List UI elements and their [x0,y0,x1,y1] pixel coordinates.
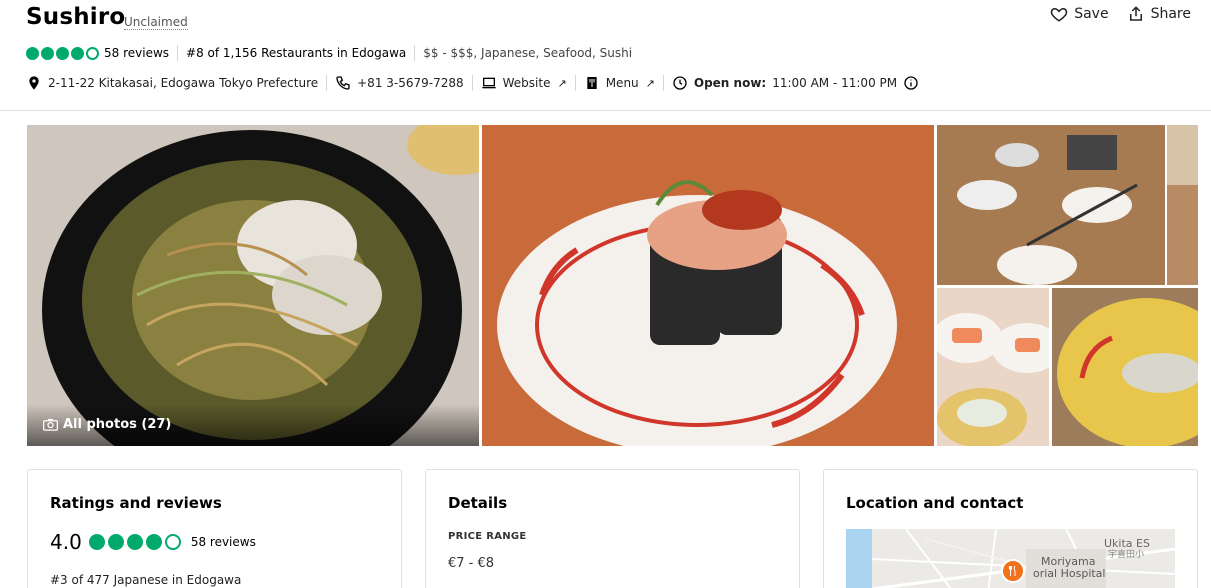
side-photo-illustration [1167,125,1198,285]
hours-text: 11:00 AM - 11:00 PM [772,76,898,90]
location-map[interactable]: Ukita ES 宇喜田小 Moriyama orial Hospital [846,529,1175,588]
external-link-icon: ↗ [557,76,567,90]
bubble-filled-icon [126,534,143,550]
ratings-card-title: Ratings and reviews [50,494,222,512]
reviews-count-link[interactable]: 58 reviews [104,46,169,60]
bubble-empty-icon [86,46,99,60]
cuisine-ranking-link[interactable]: #3 of 477 Japanese in Edogawa [50,573,241,587]
share-label: Share [1150,6,1191,22]
bubble-filled-icon [88,534,105,550]
share-button[interactable]: Share [1127,5,1191,23]
fork-knife-icon [1009,565,1016,576]
photo-sushi-plate[interactable] [482,125,934,446]
heart-icon [1050,7,1068,22]
bubble-filled-icon [71,46,84,60]
clock-icon [673,76,687,90]
rating-score: 4.0 [50,530,82,554]
external-link-icon: ↗ [645,76,655,90]
photo-yellow-plate-sushi[interactable] [1052,288,1198,446]
bubble-filled-icon [107,534,124,550]
ratings-reviews-link[interactable]: 58 reviews [191,535,256,549]
menu-link[interactable]: Menu ↗ [584,75,655,91]
claim-status-link[interactable]: Unclaimed [124,15,188,30]
details-card: Details PRICE RANGE €7 - €8 [425,469,800,588]
save-label: Save [1074,6,1109,22]
map-label: 宇喜田小 [1108,550,1145,560]
info-icon[interactable] [903,75,919,91]
salmon-plates-illustration [937,288,1049,446]
ratings-score-row: 4.0 58 reviews [50,530,256,554]
menu-label: Menu [605,76,639,90]
bubble-empty-icon [164,534,181,550]
divider [326,75,328,91]
contact-row: 2-11-22 Kitakasai, Edogawa Tokyo Prefect… [26,73,919,93]
location-pin-icon [29,76,39,90]
photo-side-strip[interactable] [1167,125,1198,285]
restaurant-map-pin-icon[interactable] [1001,559,1025,583]
divider [177,45,179,61]
share-icon [1129,6,1142,21]
price-range-label: PRICE RANGE [448,531,527,542]
restaurant-header: Sushiro Unclaimed Save Share 58 reviews … [0,0,1211,111]
sushi-plate-illustration [482,125,934,446]
divider [471,75,473,91]
details-card-title: Details [448,494,508,512]
bubble-filled-icon [41,46,54,60]
open-status: Open now: [693,76,767,90]
bubble-filled-icon [56,46,69,60]
bubble-filled-icon [26,46,39,60]
location-card: Location and contact Ukita ES 宇喜田小 Moriy… [823,469,1198,588]
price-range-value: €7 - €8 [448,556,495,571]
photo-ramen[interactable]: All photos (27) [27,125,479,446]
website-link[interactable]: Website ↗ [481,75,567,91]
ratings-card: Ratings and reviews 4.0 58 reviews #3 of… [27,469,402,588]
address-text: 2-11-22 Kitakasai, Edogawa Tokyo Prefect… [48,76,319,90]
rating-summary-row: 58 reviews #8 of 1,156 Restaurants in Ed… [26,44,632,62]
header-actions: Save Share [1050,5,1191,23]
menu-book-icon [587,77,597,89]
address-link[interactable]: 2-11-22 Kitakasai, Edogawa Tokyo Prefect… [26,75,318,91]
all-photos-button[interactable]: All photos (27) [43,417,171,432]
phone-icon [336,76,350,90]
rating-bubbles-large [88,534,181,550]
all-photos-label: All photos (27) [63,417,172,432]
hours-info[interactable]: Open now: 11:00 AM - 11:00 PM [672,75,919,91]
location-card-title: Location and contact [846,494,1024,512]
map-label: orial Hospital [1033,567,1106,580]
cuisines-text: $$ - $$$, Japanese, Seafood, Sushi [423,46,633,60]
rating-bubbles [26,46,99,60]
laptop-icon [481,77,496,89]
save-button[interactable]: Save [1050,5,1109,23]
photo-table-dishes[interactable] [937,125,1165,285]
yellow-plate-illustration [1052,288,1198,446]
ramen-illustration [27,125,479,446]
restaurant-name: Sushiro [26,4,126,30]
phone-text: +81 3-5679-7288 [357,76,464,90]
ranking-link[interactable]: #8 of 1,156 Restaurants in Edogawa [186,46,406,60]
camera-icon [43,418,58,431]
divider [414,45,416,61]
bubble-filled-icon [145,534,162,550]
website-label: Website [502,76,551,90]
phone-link[interactable]: +81 3-5679-7288 [335,75,464,91]
divider [662,75,664,91]
table-dishes-illustration [937,125,1165,285]
photo-salmon-plates[interactable] [937,288,1049,446]
divider [574,75,576,91]
photo-gallery: All photos (27) [27,125,1198,446]
